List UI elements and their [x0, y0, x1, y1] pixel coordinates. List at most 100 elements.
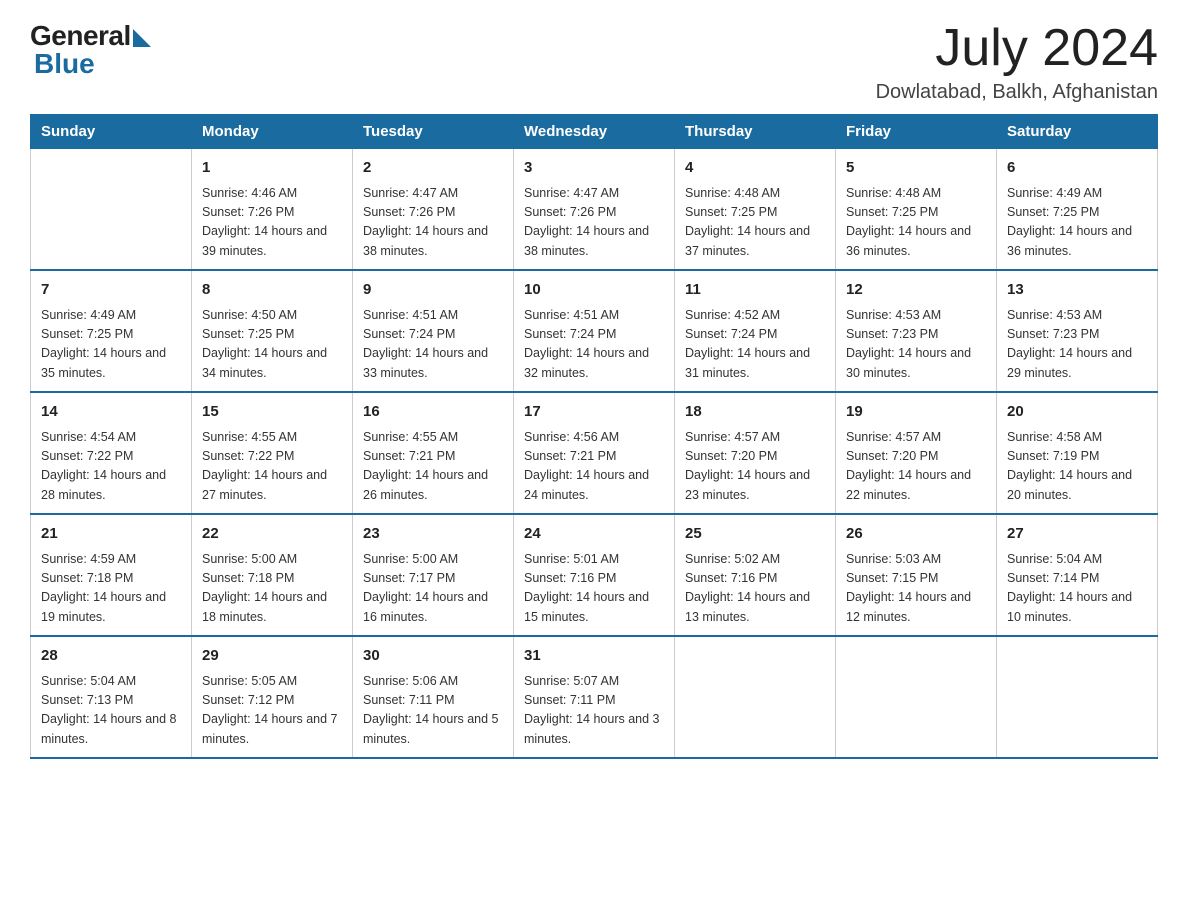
day-number: 6 — [1007, 157, 1147, 180]
calendar-day-9: 9 Sunrise: 4:51 AMSunset: 7:24 PMDaylight… — [353, 270, 514, 392]
day-number: 3 — [524, 157, 664, 180]
month-title: July 2024 — [876, 20, 1158, 77]
column-header-friday: Friday — [836, 115, 997, 149]
day-info: Sunrise: 4:57 AMSunset: 7:20 PMDaylight:… — [685, 428, 825, 506]
calendar-week-row: 14 Sunrise: 4:54 AMSunset: 7:22 PMDayligh… — [31, 392, 1158, 514]
day-info: Sunrise: 4:47 AMSunset: 7:26 PMDaylight:… — [524, 184, 664, 262]
day-number: 20 — [1007, 401, 1147, 424]
calendar-day-19: 19 Sunrise: 4:57 AMSunset: 7:20 PMDayligh… — [836, 392, 997, 514]
day-info: Sunrise: 5:06 AMSunset: 7:11 PMDaylight:… — [363, 672, 503, 750]
calendar-day-7: 7Sunrise: 4:49 AMSunset: 7:25 PMDaylight… — [31, 270, 192, 392]
calendar-day-18: 18 Sunrise: 4:57 AMSunset: 7:20 PMDayligh… — [675, 392, 836, 514]
calendar-header-row: SundayMondayTuesdayWednesdayThursdayFrid… — [31, 115, 1158, 149]
day-info: Sunrise: 4:49 AMSunset: 7:25 PMDaylight:… — [1007, 184, 1147, 262]
calendar-day-15: 15 Sunrise: 4:55 AMSunset: 7:22 PMDayligh… — [192, 392, 353, 514]
column-header-sunday: Sunday — [31, 115, 192, 149]
calendar-table: SundayMondayTuesdayWednesdayThursdayFrid… — [30, 114, 1158, 759]
day-number: 11 — [685, 279, 825, 302]
calendar-day-25: 25 Sunrise: 5:02 AMSunset: 7:16 PMDayligh… — [675, 514, 836, 636]
calendar-day-4: 4Sunrise: 4:48 AMSunset: 7:25 PMDaylight… — [675, 149, 836, 271]
day-number: 23 — [363, 523, 503, 546]
day-info: Sunrise: 4:52 AMSunset: 7:24 PMDaylight:… — [685, 306, 825, 384]
column-header-tuesday: Tuesday — [353, 115, 514, 149]
calendar-day-24: 24Sunrise: 5:01 AMSunset: 7:16 PMDayligh… — [514, 514, 675, 636]
logo-blue-text: Blue — [30, 48, 95, 80]
calendar-day-20: 20 Sunrise: 4:58 AMSunset: 7:19 PMDayligh… — [997, 392, 1158, 514]
calendar-day-6: 6 Sunrise: 4:49 AMSunset: 7:25 PMDaylight… — [997, 149, 1158, 271]
day-info: Sunrise: 4:58 AMSunset: 7:19 PMDaylight:… — [1007, 428, 1147, 506]
calendar-day-empty — [997, 636, 1158, 758]
day-info: Sunrise: 4:54 AMSunset: 7:22 PMDaylight:… — [41, 428, 181, 506]
day-info: Sunrise: 4:50 AMSunset: 7:25 PMDaylight:… — [202, 306, 342, 384]
day-number: 12 — [846, 279, 986, 302]
logo: General Blue — [30, 20, 151, 80]
calendar-day-12: 12Sunrise: 4:53 AMSunset: 7:23 PMDayligh… — [836, 270, 997, 392]
day-info: Sunrise: 5:07 AMSunset: 7:11 PMDaylight:… — [524, 672, 664, 750]
day-number: 30 — [363, 645, 503, 668]
day-info: Sunrise: 4:46 AMSunset: 7:26 PMDaylight:… — [202, 184, 342, 262]
column-header-saturday: Saturday — [997, 115, 1158, 149]
location-label: Dowlatabad, Balkh, Afghanistan — [876, 81, 1158, 104]
calendar-day-16: 16 Sunrise: 4:55 AMSunset: 7:21 PMDayligh… — [353, 392, 514, 514]
calendar-day-13: 13Sunrise: 4:53 AMSunset: 7:23 PMDayligh… — [997, 270, 1158, 392]
day-number: 27 — [1007, 523, 1147, 546]
day-info: Sunrise: 4:57 AMSunset: 7:20 PMDaylight:… — [846, 428, 986, 506]
column-header-wednesday: Wednesday — [514, 115, 675, 149]
day-info: Sunrise: 5:00 AMSunset: 7:17 PMDaylight:… — [363, 550, 503, 628]
day-number: 16 — [363, 401, 503, 424]
logo-triangle-icon — [133, 29, 151, 47]
day-info: Sunrise: 4:48 AMSunset: 7:25 PMDaylight:… — [846, 184, 986, 262]
calendar-day-5: 5 Sunrise: 4:48 AMSunset: 7:25 PMDaylight… — [836, 149, 997, 271]
page-header: General Blue July 2024 Dowlatabad, Balkh… — [30, 20, 1158, 104]
calendar-day-23: 23 Sunrise: 5:00 AMSunset: 7:17 PMDayligh… — [353, 514, 514, 636]
day-number: 25 — [685, 523, 825, 546]
calendar-day-3: 3 Sunrise: 4:47 AMSunset: 7:26 PMDaylight… — [514, 149, 675, 271]
day-number: 15 — [202, 401, 342, 424]
day-info: Sunrise: 5:04 AMSunset: 7:14 PMDaylight:… — [1007, 550, 1147, 628]
calendar-day-29: 29Sunrise: 5:05 AMSunset: 7:12 PMDayligh… — [192, 636, 353, 758]
calendar-week-row: 1 Sunrise: 4:46 AMSunset: 7:26 PMDaylight… — [31, 149, 1158, 271]
calendar-day-empty — [675, 636, 836, 758]
day-number: 22 — [202, 523, 342, 546]
day-number: 17 — [524, 401, 664, 424]
calendar-day-11: 11 Sunrise: 4:52 AMSunset: 7:24 PMDayligh… — [675, 270, 836, 392]
day-info: Sunrise: 4:55 AMSunset: 7:22 PMDaylight:… — [202, 428, 342, 506]
day-number: 21 — [41, 523, 181, 546]
day-number: 9 — [363, 279, 503, 302]
calendar-day-26: 26 Sunrise: 5:03 AMSunset: 7:15 PMDayligh… — [836, 514, 997, 636]
day-number: 28 — [41, 645, 181, 668]
calendar-day-21: 21Sunrise: 4:59 AMSunset: 7:18 PMDayligh… — [31, 514, 192, 636]
day-number: 1 — [202, 157, 342, 180]
day-number: 10 — [524, 279, 664, 302]
calendar-day-10: 10Sunrise: 4:51 AMSunset: 7:24 PMDayligh… — [514, 270, 675, 392]
day-info: Sunrise: 5:00 AMSunset: 7:18 PMDaylight:… — [202, 550, 342, 628]
day-info: Sunrise: 5:03 AMSunset: 7:15 PMDaylight:… — [846, 550, 986, 628]
title-block: July 2024 Dowlatabad, Balkh, Afghanistan — [876, 20, 1158, 104]
day-number: 29 — [202, 645, 342, 668]
day-number: 19 — [846, 401, 986, 424]
day-info: Sunrise: 5:02 AMSunset: 7:16 PMDaylight:… — [685, 550, 825, 628]
calendar-week-row: 28 Sunrise: 5:04 AMSunset: 7:13 PMDayligh… — [31, 636, 1158, 758]
day-number: 13 — [1007, 279, 1147, 302]
calendar-day-30: 30 Sunrise: 5:06 AMSunset: 7:11 PMDayligh… — [353, 636, 514, 758]
calendar-day-empty — [836, 636, 997, 758]
day-info: Sunrise: 4:51 AMSunset: 7:24 PMDaylight:… — [363, 306, 503, 384]
day-number: 5 — [846, 157, 986, 180]
calendar-day-27: 27 Sunrise: 5:04 AMSunset: 7:14 PMDayligh… — [997, 514, 1158, 636]
day-number: 14 — [41, 401, 181, 424]
day-number: 2 — [363, 157, 503, 180]
calendar-day-1: 1 Sunrise: 4:46 AMSunset: 7:26 PMDaylight… — [192, 149, 353, 271]
day-number: 31 — [524, 645, 664, 668]
column-header-monday: Monday — [192, 115, 353, 149]
calendar-day-22: 22 Sunrise: 5:00 AMSunset: 7:18 PMDayligh… — [192, 514, 353, 636]
day-number: 4 — [685, 157, 825, 180]
day-number: 26 — [846, 523, 986, 546]
calendar-day-14: 14 Sunrise: 4:54 AMSunset: 7:22 PMDayligh… — [31, 392, 192, 514]
day-info: Sunrise: 5:04 AMSunset: 7:13 PMDaylight:… — [41, 672, 181, 750]
day-number: 18 — [685, 401, 825, 424]
day-number: 24 — [524, 523, 664, 546]
day-number: 7 — [41, 279, 181, 302]
day-info: Sunrise: 4:55 AMSunset: 7:21 PMDaylight:… — [363, 428, 503, 506]
calendar-day-empty — [31, 149, 192, 271]
calendar-week-row: 21Sunrise: 4:59 AMSunset: 7:18 PMDayligh… — [31, 514, 1158, 636]
